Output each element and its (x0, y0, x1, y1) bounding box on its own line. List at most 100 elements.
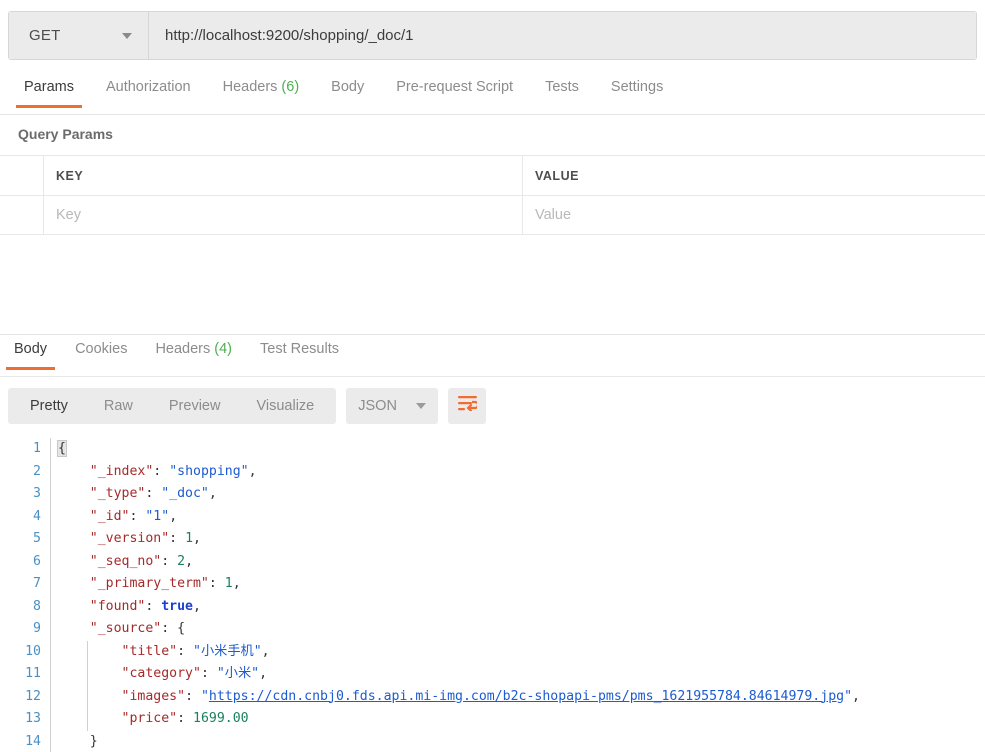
tab-body[interactable]: Body (315, 76, 380, 108)
json-token-punc: } (89, 733, 98, 749)
view-mode-visualize[interactable]: Visualize (238, 388, 332, 424)
tab-tests[interactable]: Tests (529, 76, 595, 108)
response-body-code-viewer[interactable]: 1{2 "_index": "shopping", 3 "_type": "_do… (0, 438, 985, 752)
json-token-punc: , (185, 553, 194, 569)
json-token-punc: , (852, 688, 860, 704)
json-token-punc: : (185, 688, 201, 704)
json-token-num: 1 (185, 531, 194, 546)
json-token-punc: , (259, 666, 268, 681)
table-header-row: KEY VALUE (0, 156, 985, 195)
json-token-key: "title" (121, 643, 178, 659)
response-tab-cookies[interactable]: Cookies (61, 338, 141, 370)
response-tab-body[interactable]: Body (0, 338, 61, 370)
indent-guide (87, 708, 88, 731)
indent-guide (50, 460, 51, 483)
query-params-title: Query Params (18, 126, 113, 142)
request-url-input[interactable]: http://localhost:9200/shopping/_doc/1 (149, 12, 976, 59)
code-line-number: 13 (25, 711, 41, 726)
param-value-input[interactable]: Value (523, 196, 985, 234)
json-token-punc: : (145, 486, 162, 501)
code-line: 1{ (0, 438, 985, 461)
json-token-str: "_doc" (161, 486, 209, 501)
code-line-content: "title": "小米手机", (50, 640, 270, 663)
row-checkbox[interactable] (0, 196, 44, 234)
code-line: 12 "images": "https://cdn.cnbj0.fds.api.… (0, 685, 985, 708)
chevron-down-icon (122, 32, 132, 39)
json-token-key: "_version" (89, 531, 170, 546)
indent-guide (50, 483, 51, 506)
view-mode-group: Pretty Raw Preview Visualize (8, 388, 337, 424)
json-token-punc: , (208, 486, 217, 501)
response-tab-headers-count: (4) (214, 341, 232, 357)
view-mode-preview-label: Preview (168, 398, 221, 414)
indent-guide (50, 663, 51, 686)
json-token-punc: : (161, 553, 178, 569)
code-line-content: "_version": 1, (50, 528, 201, 551)
indent-guide (50, 730, 51, 752)
indent-guide (87, 663, 88, 686)
json-token-str: " (844, 688, 853, 704)
indent-guide (50, 550, 51, 573)
view-mode-raw[interactable]: Raw (86, 388, 151, 424)
code-line: 8 "found": true, (0, 595, 985, 618)
code-line: 6 "_seq_no": 2, (0, 550, 985, 573)
request-tabs: Params Authorization Headers (6) Body Pre… (0, 76, 985, 115)
json-token-num: 2 (177, 553, 186, 569)
column-header-check (0, 156, 44, 195)
code-line-content: "_source": { (50, 618, 185, 641)
json-token-str: "1" (145, 508, 170, 524)
response-tab-test-results-label: Test Results (260, 341, 339, 357)
indent-guide (87, 685, 88, 708)
json-token-punc: : (161, 621, 178, 636)
json-token-punc: { (57, 440, 67, 457)
code-line-number: 9 (33, 621, 41, 636)
json-token-key: "images" (121, 688, 186, 704)
param-key-input[interactable]: Key (44, 196, 523, 234)
view-mode-preview[interactable]: Preview (151, 388, 239, 424)
word-wrap-toggle[interactable] (448, 388, 487, 424)
code-line: 7 "_primary_term": 1, (0, 573, 985, 596)
response-section-divider (0, 334, 985, 335)
tab-pre-request-script[interactable]: Pre-request Script (380, 76, 529, 108)
json-token-key: "_primary_term" (89, 576, 209, 591)
view-mode-pretty[interactable]: Pretty (12, 388, 86, 424)
tab-headers-count: (6) (281, 79, 300, 95)
tab-settings[interactable]: Settings (595, 76, 679, 108)
code-line-content: "_type": "_doc", (50, 483, 217, 506)
response-tab-headers[interactable]: Headers (4) (141, 338, 246, 370)
response-tab-test-results[interactable]: Test Results (246, 338, 353, 370)
code-line-content: "_id": "1", (50, 505, 178, 528)
tab-headers[interactable]: Headers (6) (207, 76, 316, 108)
word-wrap-icon (457, 396, 479, 416)
code-line-content: "_primary_term": 1, (50, 573, 241, 596)
json-token-link[interactable]: https://cdn.cnbj0.fds.api.mi-img.com/b2c… (209, 689, 844, 704)
tab-headers-label: Headers (222, 79, 278, 95)
json-token-key: "category" (121, 666, 201, 681)
json-token-str: " (200, 688, 209, 704)
tab-params[interactable]: Params (8, 76, 90, 108)
json-token-punc: : (208, 576, 225, 591)
json-token-key: "_index" (89, 463, 154, 479)
json-token-str: "shopping" (169, 463, 249, 479)
code-line: 9 "_source": { (0, 618, 985, 641)
indent-guide (50, 528, 51, 551)
json-token-punc: , (248, 463, 257, 479)
request-url-bar: GET http://localhost:9200/shopping/_doc/… (8, 11, 977, 60)
indent-guide (50, 438, 51, 461)
code-line-number: 14 (25, 733, 41, 749)
code-line: 14 } (0, 730, 985, 752)
json-token-key: "_type" (89, 486, 146, 501)
response-format-label: JSON (358, 398, 397, 414)
code-line: 11 "category": "小米", (0, 663, 985, 686)
tab-params-label: Params (24, 79, 74, 95)
code-line-number: 4 (33, 508, 41, 524)
response-format-select[interactable]: JSON (346, 388, 439, 424)
http-method-label: GET (29, 27, 61, 44)
json-token-punc: , (169, 508, 178, 524)
http-method-select[interactable]: GET (9, 12, 149, 59)
chevron-down-icon (416, 403, 427, 409)
code-line-number: 11 (25, 666, 41, 681)
tab-authorization[interactable]: Authorization (90, 76, 207, 108)
indent-guide (50, 595, 51, 618)
indent-guide (50, 573, 51, 596)
